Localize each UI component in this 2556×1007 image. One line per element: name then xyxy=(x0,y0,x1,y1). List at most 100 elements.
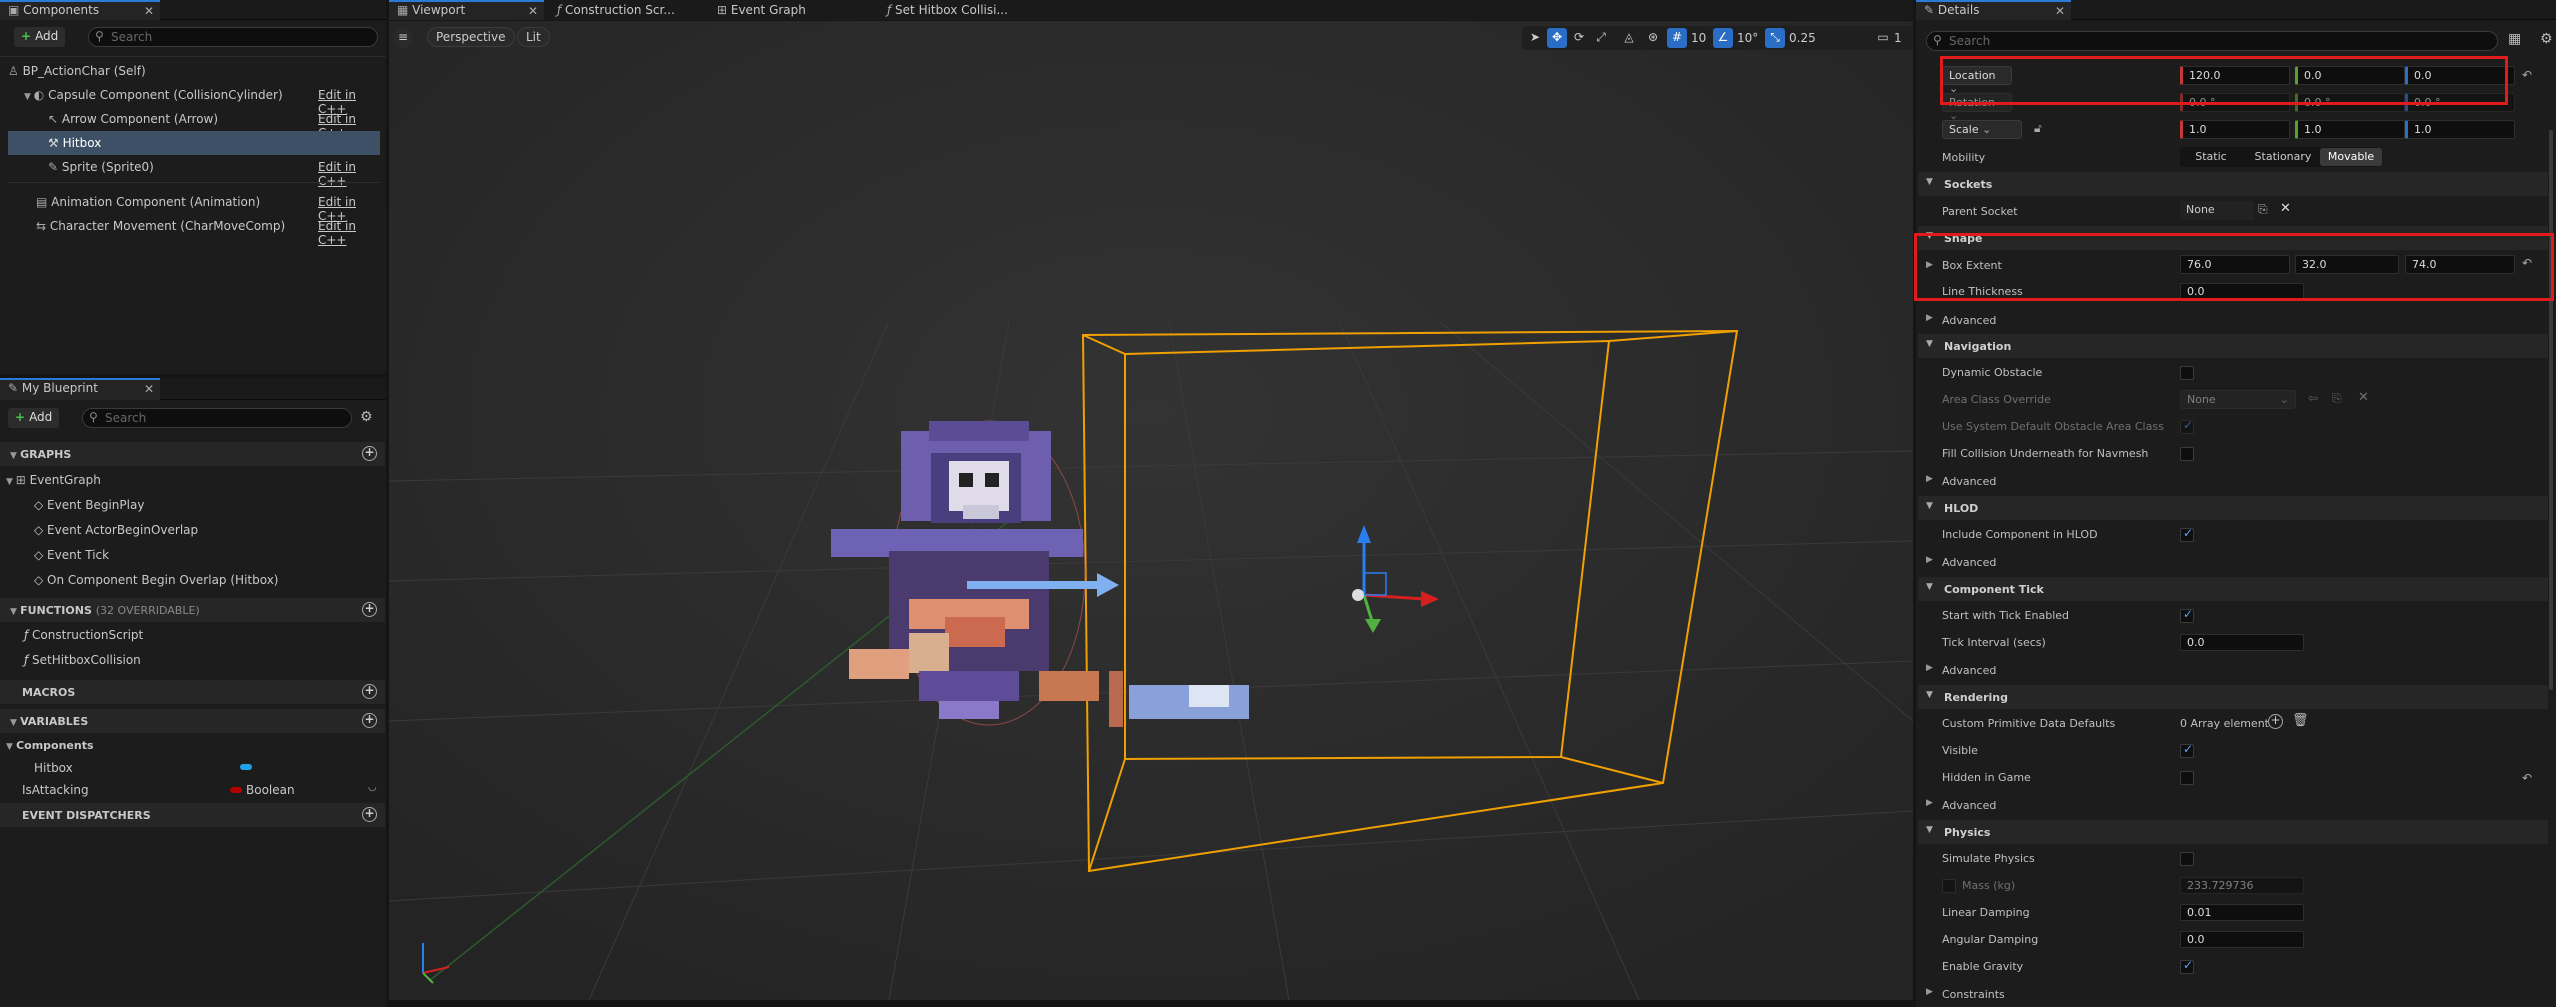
scale-snap-icon[interactable]: ⤡ xyxy=(1765,28,1785,48)
scrollbar[interactable] xyxy=(2549,130,2553,690)
scale-mode-icon[interactable]: ⤢ xyxy=(1591,28,1611,48)
functions-section-header[interactable]: ▼ FUNCTIONS (32 OVERRIDABLE) + xyxy=(0,598,385,622)
graph-event-actorbeginoverlap[interactable]: ◇ Event ActorBeginOverlap xyxy=(34,519,198,541)
edit-in-cpp-link[interactable]: Edit in C++ xyxy=(318,160,386,188)
rotation-snap-icon[interactable]: ∠ xyxy=(1713,28,1733,48)
perspective-button[interactable]: Perspective xyxy=(427,27,515,47)
add-blueprint-member-button[interactable]: + Add xyxy=(8,408,60,428)
variable-hitbox[interactable]: Hitbox xyxy=(34,757,73,779)
macros-section-header[interactable]: MACROS + xyxy=(0,680,385,704)
tab-construction-script[interactable]: ƒ Construction Scr... xyxy=(549,0,704,20)
mass-override-checkbox[interactable] xyxy=(1942,879,1956,893)
rendering-category[interactable]: ▼ Rendering xyxy=(1918,685,2548,709)
reset-to-default-icon[interactable]: ↶ xyxy=(2522,771,2532,785)
settings-gear-icon[interactable]: ⚙ xyxy=(360,409,373,425)
close-icon[interactable]: ✕ xyxy=(2055,4,2065,18)
mobility-static-option[interactable]: Static xyxy=(2182,150,2240,163)
browse-socket-icon[interactable]: ⎘ xyxy=(2258,202,2268,217)
translate-mode-icon[interactable]: ✥ xyxy=(1547,28,1567,48)
edit-in-cpp-link[interactable]: Edit in C++ xyxy=(318,219,386,247)
function-sethitboxcollision[interactable]: ƒ SetHitboxCollision xyxy=(24,649,141,671)
graph-event-beginplay[interactable]: ◇ Event BeginPlay xyxy=(34,494,144,516)
mass-field[interactable]: 233.729736 xyxy=(2180,877,2304,894)
browse-icon[interactable]: ⎘ xyxy=(2332,391,2342,406)
lock-icon[interactable]: 🔓︎ xyxy=(2034,121,2042,136)
constraints-row[interactable]: ▶ Constraints xyxy=(1918,980,2548,1007)
tab-components[interactable]: ▣ Components ✕ xyxy=(0,0,160,20)
scale-z-field[interactable]: 1.0 xyxy=(2405,120,2515,139)
physics-category[interactable]: ▼ Physics xyxy=(1918,820,2548,844)
parent-socket-value[interactable]: None xyxy=(2180,201,2254,220)
tab-set-hitbox-collision[interactable]: ƒ Set Hitbox Collisi... xyxy=(879,0,1034,20)
camera-speed-value[interactable]: 1 xyxy=(1894,31,1902,45)
rotation-snap-value[interactable]: 10° xyxy=(1737,31,1758,45)
shape-advanced-row[interactable]: ▶ Advanced xyxy=(1918,306,2548,333)
navigation-category[interactable]: ▼ Navigation xyxy=(1918,334,2548,358)
select-mode-icon[interactable]: ➤ xyxy=(1525,28,1545,48)
trash-icon[interactable]: 🗑︎ xyxy=(2292,713,2309,728)
close-icon[interactable]: ✕ xyxy=(144,4,154,18)
add-dispatcher-icon[interactable]: + xyxy=(362,807,377,822)
scale-x-field[interactable]: 1.0 xyxy=(2180,120,2290,139)
close-icon[interactable]: ✕ xyxy=(144,382,154,396)
use-system-default-checkbox[interactable] xyxy=(2180,418,2194,434)
settings-gear-icon[interactable]: ⚙ xyxy=(2540,31,2553,47)
variables-group-components[interactable]: ▼ Components xyxy=(6,735,94,757)
tree-item-hitbox[interactable]: ⚒ Hitbox xyxy=(8,131,380,155)
components-search-input[interactable]: ⚲ Search xyxy=(88,27,378,47)
lit-button[interactable]: Lit xyxy=(517,27,550,47)
clear-icon[interactable]: ✕ xyxy=(2358,390,2369,405)
world-local-icon[interactable]: ◬ xyxy=(1619,28,1639,48)
include-hlod-checkbox[interactable] xyxy=(2180,526,2194,542)
dispatchers-section-header[interactable]: EVENT DISPATCHERS + xyxy=(0,803,385,827)
grid-snap-icon[interactable]: # xyxy=(1667,28,1687,48)
mobility-movable-option[interactable]: Movable xyxy=(2320,148,2382,166)
blueprint-search-input[interactable]: ⚲ Search xyxy=(82,408,352,428)
tab-my-blueprint[interactable]: ✎ My Blueprint ✕ xyxy=(0,378,160,400)
mobility-stationary-option[interactable]: Stationary xyxy=(2250,150,2316,163)
surface-snap-icon[interactable]: ⊛ xyxy=(1643,28,1663,48)
tree-item-self[interactable]: ♙ BP_ActionChar (Self) xyxy=(8,59,380,83)
tab-viewport[interactable]: ▦ Viewport ✕ xyxy=(389,0,544,20)
variable-isattacking[interactable]: IsAttacking xyxy=(22,779,89,801)
hidden-in-game-checkbox[interactable] xyxy=(2180,771,2194,785)
graph-event-component-overlap[interactable]: ◇ On Component Begin Overlap (Hitbox) xyxy=(34,569,278,591)
close-icon[interactable]: ✕ xyxy=(528,4,538,18)
area-class-dropdown[interactable]: None ⌄ xyxy=(2180,390,2296,409)
reset-to-default-icon[interactable]: ↶ xyxy=(2522,68,2532,82)
use-selected-icon[interactable]: ⇦ xyxy=(2308,391,2318,405)
function-constructionscript[interactable]: ƒ ConstructionScript xyxy=(24,624,143,646)
tab-details[interactable]: ✎ Details ✕ xyxy=(1916,0,2071,20)
scale-snap-value[interactable]: 0.25 xyxy=(1789,31,1816,45)
sockets-category[interactable]: ▼ Sockets xyxy=(1918,172,2548,196)
navigation-advanced-row[interactable]: ▶ Advanced xyxy=(1918,467,2548,494)
graphs-section-header[interactable]: ▼ GRAPHS + xyxy=(0,442,385,466)
linear-damping-field[interactable]: 0.01 xyxy=(2180,904,2304,921)
add-graph-icon[interactable]: + xyxy=(362,446,377,461)
hlod-category[interactable]: ▼ HLOD xyxy=(1918,496,2548,520)
angular-damping-field[interactable]: 0.0 xyxy=(2180,931,2304,948)
scale-y-field[interactable]: 1.0 xyxy=(2295,120,2405,139)
variables-section-header[interactable]: ▼ VARIABLES + xyxy=(0,709,385,733)
add-macro-icon[interactable]: + xyxy=(362,684,377,699)
rendering-advanced-row[interactable]: ▶ Advanced xyxy=(1918,791,2548,818)
visibility-eye-icon[interactable]: ◡ xyxy=(368,782,377,793)
scale-dropdown[interactable]: Scale ⌄ xyxy=(1942,120,2022,139)
fill-collision-checkbox[interactable] xyxy=(2180,447,2194,461)
start-tick-checkbox[interactable] xyxy=(2180,607,2194,623)
table-view-icon[interactable]: ▦ xyxy=(2508,31,2521,47)
dynamic-obstacle-checkbox[interactable] xyxy=(2180,366,2194,380)
details-search-input[interactable]: ⚲ Search xyxy=(1926,31,2498,51)
tab-event-graph[interactable]: ⊞ Event Graph xyxy=(709,0,864,20)
add-element-icon[interactable]: + xyxy=(2268,714,2283,729)
clear-socket-icon[interactable]: ✕ xyxy=(2280,201,2291,216)
add-variable-icon[interactable]: + xyxy=(362,713,377,728)
graph-eventgraph[interactable]: ▼ ⊞ EventGraph xyxy=(6,469,101,491)
tick-advanced-row[interactable]: ▶ Advanced xyxy=(1918,656,2548,683)
rotate-mode-icon[interactable]: ⟳ xyxy=(1569,28,1589,48)
enable-gravity-checkbox[interactable] xyxy=(2180,958,2194,974)
grid-snap-value[interactable]: 10 xyxy=(1691,31,1706,45)
camera-speed-icon[interactable]: ▭ xyxy=(1873,28,1893,48)
hlod-advanced-row[interactable]: ▶ Advanced xyxy=(1918,548,2548,575)
visible-checkbox[interactable] xyxy=(2180,742,2194,758)
